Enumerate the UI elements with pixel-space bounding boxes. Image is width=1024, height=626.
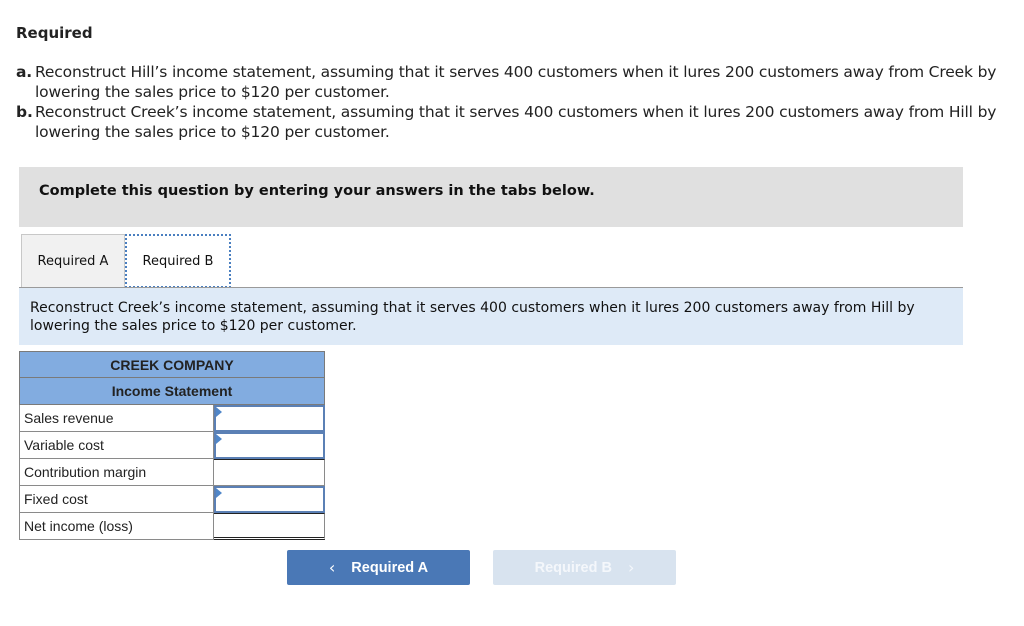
instruction-bar: Complete this question by entering your … [19,167,963,227]
chevron-right-icon: › [627,558,635,577]
tab-label: Required A [37,254,109,269]
tab-label: Required B [142,253,214,269]
requirement-letter: b. [16,103,33,121]
row-label: Sales revenue [19,405,214,432]
row-label: Contribution margin [19,459,214,486]
row-label: Variable cost [19,432,214,459]
row-label: Net income (loss) [19,513,214,540]
fixed-cost-input[interactable] [216,488,323,511]
requirement-text: Reconstruct Creek’s income statement, as… [35,103,997,141]
question-prompt: Reconstruct Creek’s income statement, as… [19,288,963,345]
button-label: Required B [534,559,612,576]
requirement-text: Reconstruct Hill’s income statement, ass… [35,63,997,101]
contribution-margin-value [214,459,325,486]
table-row-sales-revenue: Sales revenue [19,405,325,432]
requirement-b: b. Reconstruct Creek’s income statement,… [16,102,1016,142]
previous-required-a-button[interactable]: ‹ Required A [287,550,470,585]
tab-required-a[interactable]: Required A [21,234,125,288]
button-label: Required A [351,559,429,576]
table-row-fixed-cost: Fixed cost [19,486,325,513]
table-row-contribution-margin: Contribution margin [19,459,325,486]
requirement-a: a. Reconstruct Hill’s income statement, … [16,62,1016,102]
row-label: Fixed cost [19,486,214,513]
table-row-variable-cost: Variable cost [19,432,325,459]
sales-revenue-input[interactable] [216,407,323,430]
variable-cost-input[interactable] [216,434,323,457]
statement-title-header: Income Statement [19,378,325,405]
table-row-net-income: Net income (loss) [19,513,325,540]
prompt-text: Reconstruct Creek’s income statement, as… [30,300,915,334]
requirement-letter: a. [16,63,33,81]
sales-revenue-input-cell[interactable] [214,405,325,432]
instruction-text: Complete this question by entering your … [39,183,595,199]
income-statement-table: CREEK COMPANY Income Statement Sales rev… [19,351,325,540]
tab-required-b[interactable]: Required B [125,234,231,288]
fixed-cost-input-cell[interactable] [214,486,325,513]
net-income-value [214,513,325,540]
chevron-left-icon: ‹ [328,558,336,577]
company-name-header: CREEK COMPANY [19,351,325,378]
requirements-list: a. Reconstruct Hill’s income statement, … [16,62,1016,142]
variable-cost-input-cell[interactable] [214,432,325,459]
required-heading: Required [16,24,93,42]
next-required-b-button[interactable]: Required B › [493,550,676,585]
